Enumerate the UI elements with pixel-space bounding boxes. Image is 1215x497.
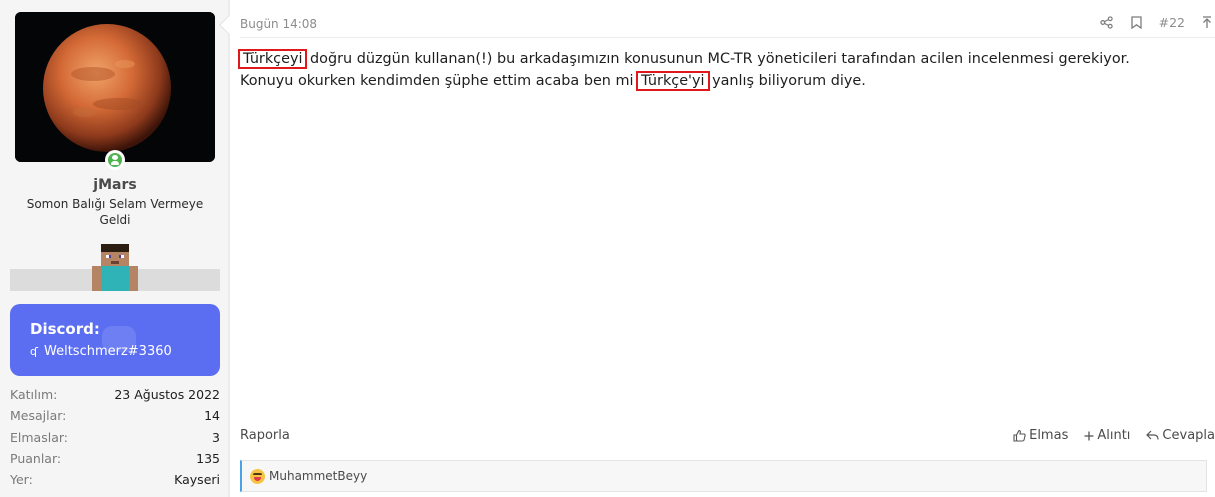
minecraft-skin-icon xyxy=(92,244,138,291)
quote-label: Alıntı xyxy=(1097,428,1131,443)
reply-label: Cevapla xyxy=(1162,428,1215,443)
like-label: Elmas xyxy=(1029,428,1069,443)
avatar[interactable] xyxy=(15,12,215,162)
post-content: Bugün 14:08 #22 Türkçeyi doğru düzgün ku… xyxy=(230,0,1215,497)
discord-tag-icon: ʠ xyxy=(30,345,38,358)
reactions-bar[interactable]: MuhammetBeyy xyxy=(240,460,1207,492)
discord-card[interactable]: Discord: ʠ Weltschmerz#3360 xyxy=(10,304,220,376)
bookmark-icon[interactable] xyxy=(1129,14,1145,30)
stat-value: 3 xyxy=(212,429,220,445)
user-stats: Katılım: 23 Ağustos 2022 Mesajlar: 14 El… xyxy=(10,384,220,490)
post-body: Türkçeyi doğru düzgün kullanan(!) bu ark… xyxy=(237,48,1200,92)
discord-username: Weltschmerz#3360 xyxy=(44,344,172,359)
user-sidebar: jMars Somon Balığı Selam Vermeye Geldi D… xyxy=(0,0,230,497)
post-number[interactable]: #22 xyxy=(1159,15,1185,30)
stat-value: 23 Ağustos 2022 xyxy=(114,387,220,403)
stat-label: Katılım: xyxy=(10,387,58,403)
user-title: Somon Balığı Selam Vermeye Geldi xyxy=(26,197,204,227)
mars-avatar-image xyxy=(15,12,215,162)
header-divider xyxy=(240,37,1215,38)
stat-value[interactable]: 135 xyxy=(196,451,220,466)
stat-points: Puanlar: 135 xyxy=(10,448,220,469)
stat-label: Elmaslar: xyxy=(10,429,68,445)
post-header-actions: #22 xyxy=(1099,14,1215,30)
post-reaction-actions: Elmas Alıntı Cevapla xyxy=(1013,428,1215,443)
highlighted-word: Türkçe'yi xyxy=(636,71,710,91)
stat-value: Kayseri xyxy=(174,472,220,488)
discord-username-row: ʠ Weltschmerz#3360 xyxy=(30,344,172,359)
stat-diamonds: Elmaslar: 3 xyxy=(10,427,220,448)
post-date[interactable]: Bugün 14:08 xyxy=(240,17,317,31)
laugh-emoji-icon xyxy=(250,468,265,484)
body-text: doğru düzgün kullanan(!) bu arkadaşımızı… xyxy=(305,51,1130,67)
stat-joined: Katılım: 23 Ağustos 2022 xyxy=(10,384,220,405)
body-text: yanlış biliyorum diye. xyxy=(707,73,866,89)
body-text: Konuyu okurken kendimden şüphe ettim aca… xyxy=(240,73,639,89)
report-link[interactable]: Raporla xyxy=(240,428,290,443)
stat-value[interactable]: 14 xyxy=(204,408,220,423)
quote-button[interactable]: Alıntı xyxy=(1084,428,1130,443)
username[interactable]: jMars xyxy=(0,177,230,193)
stat-location: Yer: Kayseri xyxy=(10,469,220,490)
stat-label: Puanlar: xyxy=(10,451,62,467)
thumbs-up-icon xyxy=(1013,429,1026,442)
highlighted-word: Türkçeyi xyxy=(237,49,308,69)
discord-title: Discord: xyxy=(30,320,100,338)
online-status-icon xyxy=(105,150,125,170)
jump-top-icon[interactable] xyxy=(1199,14,1215,30)
stat-messages: Mesajlar: 14 xyxy=(10,405,220,426)
stat-label: Yer: xyxy=(10,472,33,488)
reply-button[interactable]: Cevapla xyxy=(1146,428,1215,443)
stat-label: Mesajlar: xyxy=(10,408,67,424)
like-button[interactable]: Elmas xyxy=(1013,428,1068,443)
share-icon[interactable] xyxy=(1099,14,1115,30)
reaction-user[interactable]: MuhammetBeyy xyxy=(269,469,367,483)
plus-icon xyxy=(1084,431,1094,440)
reply-icon xyxy=(1146,430,1160,440)
post-footer-actions: Raporla Elmas Alıntı Cevapla xyxy=(240,428,1215,443)
